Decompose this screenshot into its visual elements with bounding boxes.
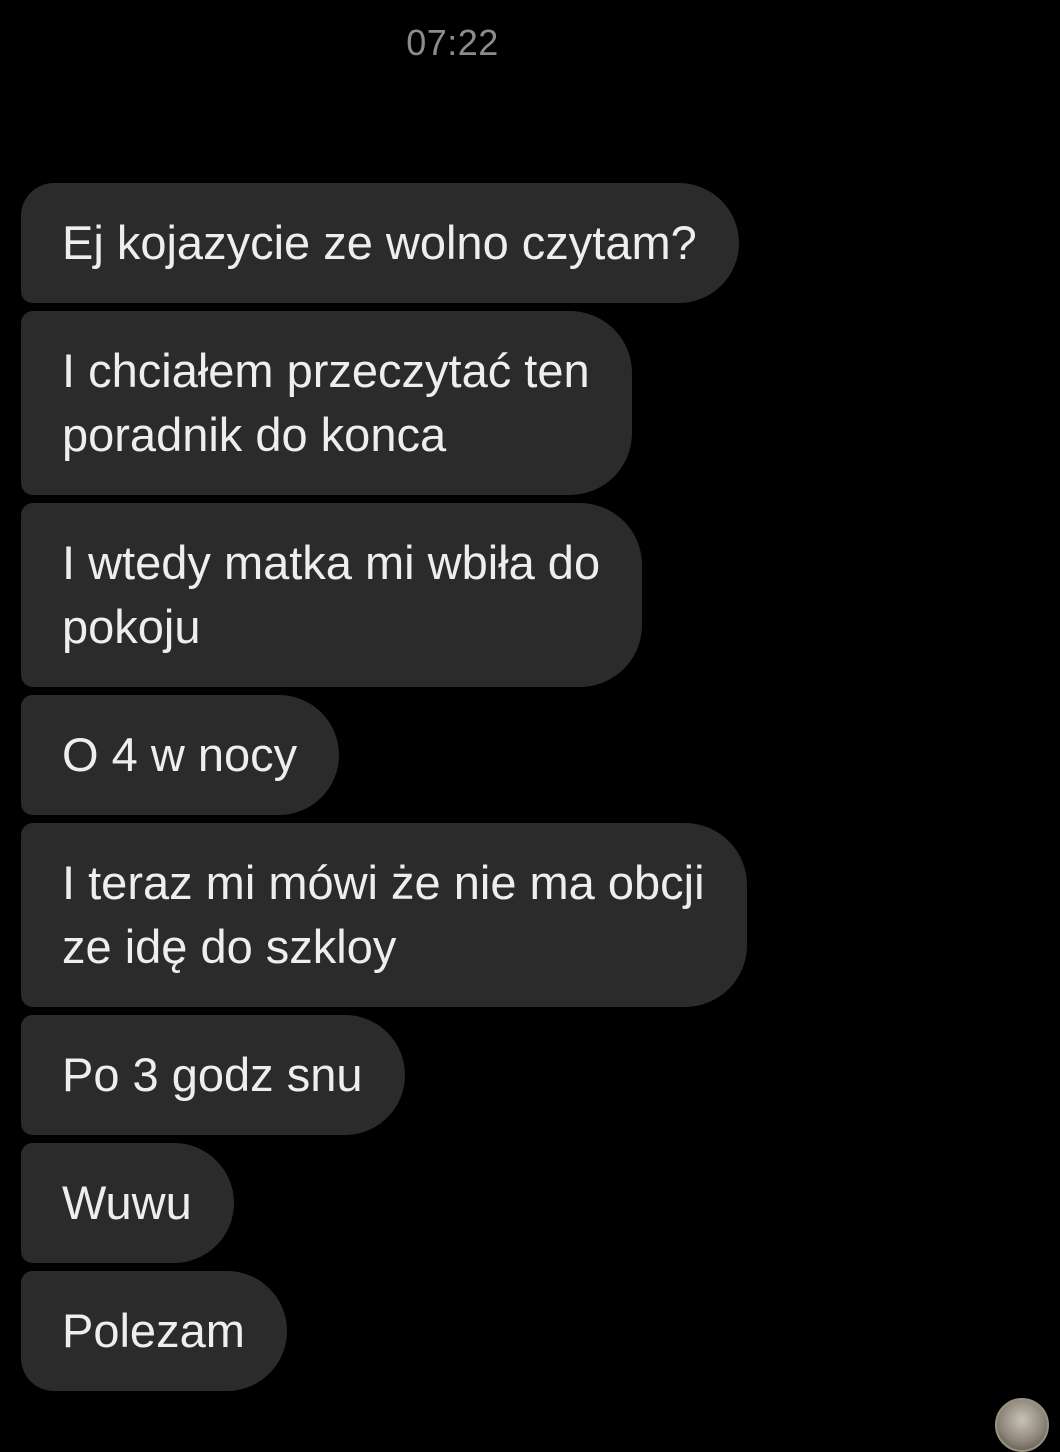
message-bubble[interactable]: Wuwu — [21, 1143, 234, 1263]
message-bubble[interactable]: I teraz mi mówi że nie ma obcji ze idę d… — [21, 823, 747, 1007]
message-thread: Ej kojazycie ze wolno czytam? I chciałem… — [21, 183, 921, 1399]
message-bubble[interactable]: I chciałem przeczytać ten poradnik do ko… — [21, 311, 632, 495]
message-timestamp: 07:22 — [406, 22, 499, 63]
sender-avatar-icon[interactable] — [995, 1398, 1049, 1452]
message-bubble[interactable]: Ej kojazycie ze wolno czytam? — [21, 183, 739, 303]
message-bubble[interactable]: O 4 w nocy — [21, 695, 340, 815]
message-bubble[interactable]: Polezam — [21, 1271, 287, 1391]
message-bubble[interactable]: I wtedy matka mi wbiła do pokoju — [21, 503, 643, 687]
message-bubble[interactable]: Po 3 godz snu — [21, 1015, 405, 1135]
